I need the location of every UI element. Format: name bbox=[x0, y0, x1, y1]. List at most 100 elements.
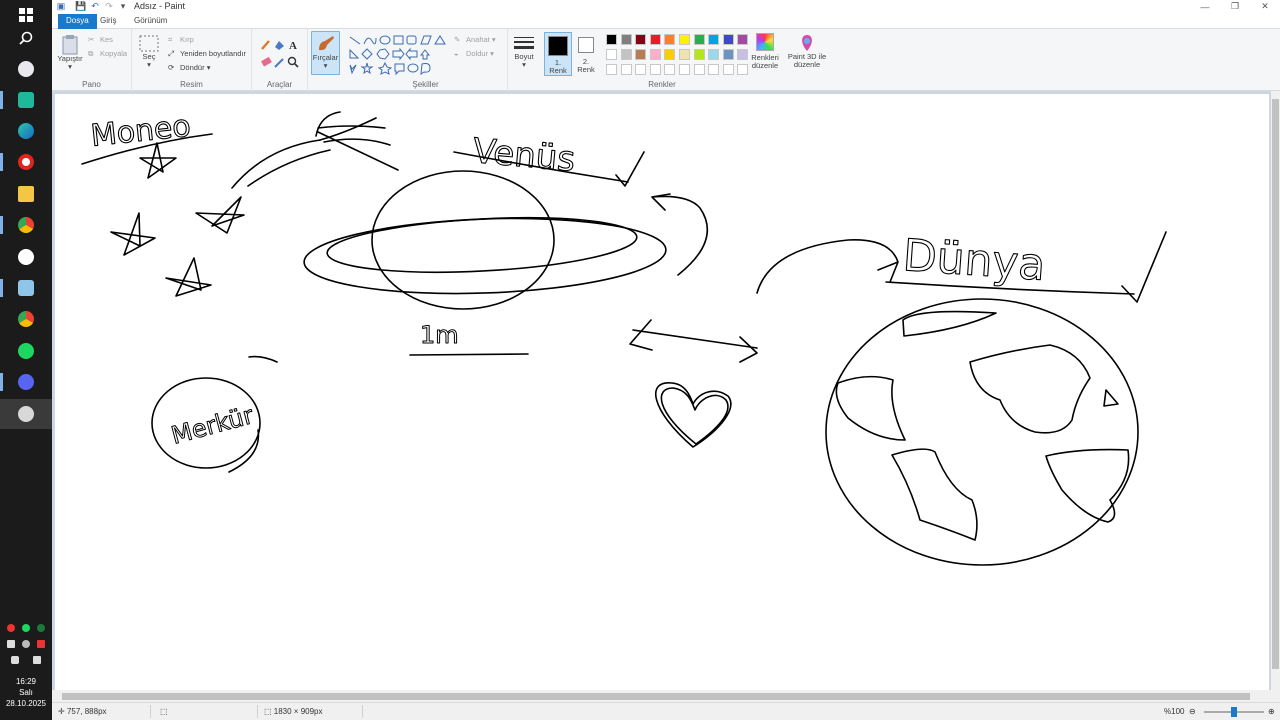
color-swatch[interactable] bbox=[649, 49, 661, 60]
color-swatch[interactable] bbox=[693, 49, 705, 60]
color-swatch[interactable] bbox=[664, 34, 676, 45]
down-arrow-shape-icon bbox=[349, 64, 357, 75]
restore-button[interactable]: ❐ bbox=[1220, 0, 1250, 13]
clock[interactable]: 16:29 Salı 28.10.2025 bbox=[0, 676, 52, 709]
color-swatch[interactable] bbox=[693, 34, 705, 45]
color-swatch[interactable] bbox=[722, 64, 734, 75]
taskbar-discord[interactable] bbox=[0, 367, 52, 397]
color-swatch[interactable] bbox=[649, 34, 661, 45]
fill-button[interactable]: ◒ Doldur ▾ bbox=[454, 49, 494, 58]
vertical-scrollbar[interactable] bbox=[1271, 91, 1280, 690]
color-swatch[interactable] bbox=[606, 49, 617, 60]
brushes-button[interactable]: Fırçalar ▾ bbox=[311, 31, 340, 75]
close-button[interactable]: ✕ bbox=[1250, 0, 1280, 13]
color-swatch[interactable] bbox=[708, 49, 720, 60]
display-icon[interactable] bbox=[33, 656, 41, 664]
color-swatch[interactable] bbox=[664, 49, 676, 60]
color-swatch[interactable] bbox=[722, 34, 734, 45]
edit-colors-label-2: düzenle bbox=[751, 61, 779, 70]
color-swatch[interactable] bbox=[679, 49, 690, 60]
paste-button[interactable]: Yapıştır ▾ bbox=[56, 35, 84, 71]
spotify-tray-icon[interactable] bbox=[21, 624, 30, 632]
taskbar-paint-app[interactable] bbox=[0, 54, 52, 84]
xbox-tray-icon[interactable] bbox=[36, 624, 45, 632]
save-quick-button[interactable]: 💾 bbox=[75, 1, 86, 11]
taskbar-steam[interactable] bbox=[0, 242, 52, 272]
color-swatch[interactable] bbox=[679, 34, 690, 45]
edit-colors-button[interactable]: Renkleri düzenle bbox=[746, 33, 784, 70]
shapes-gallery[interactable] bbox=[348, 34, 450, 76]
eraser-icon[interactable] bbox=[261, 56, 272, 67]
zoom-slider[interactable] bbox=[1204, 707, 1264, 717]
color-swatch[interactable] bbox=[606, 34, 617, 45]
zoom-in-button[interactable]: ⊕ bbox=[1268, 707, 1275, 716]
taskbar-notes-app[interactable] bbox=[0, 273, 52, 303]
taskbar-chrome[interactable] bbox=[0, 210, 52, 240]
copy-button[interactable]: ⧉ Kopyala bbox=[88, 49, 127, 58]
crop-button[interactable]: ⌗ Kırp bbox=[168, 35, 194, 44]
horizontal-scrollbar[interactable] bbox=[52, 690, 1280, 702]
chrome-profile-icon bbox=[18, 311, 34, 327]
palette-icon bbox=[18, 61, 34, 77]
horizontal-scroll-thumb[interactable] bbox=[62, 693, 1250, 700]
steam-icon bbox=[18, 249, 34, 265]
resize-button[interactable]: ⤢ Yeniden boyutlandır bbox=[168, 49, 246, 58]
color-swatch[interactable] bbox=[649, 64, 661, 75]
clock-time: 16:29 bbox=[15, 677, 37, 686]
earth-planet bbox=[825, 298, 1139, 566]
paint3d-button[interactable]: Paint 3D ile düzenle bbox=[786, 33, 828, 69]
color-swatch[interactable] bbox=[620, 64, 632, 75]
redo-quick-button[interactable]: ↷ bbox=[104, 1, 114, 11]
color-swatch[interactable] bbox=[708, 34, 720, 45]
fill-bucket-icon[interactable] bbox=[275, 41, 284, 50]
search-button[interactable] bbox=[0, 23, 52, 53]
vertical-scroll-thumb[interactable] bbox=[1272, 99, 1279, 669]
color-swatch[interactable] bbox=[693, 64, 705, 75]
taskbar-chrome-profile[interactable] bbox=[0, 304, 52, 334]
zoom-slider-thumb[interactable] bbox=[1231, 707, 1237, 717]
select-button[interactable]: Seç ▾ bbox=[138, 35, 160, 69]
color-swatch[interactable] bbox=[620, 34, 632, 45]
microphone-icon[interactable] bbox=[11, 656, 19, 664]
color-swatch[interactable] bbox=[635, 64, 647, 75]
color-swatch[interactable] bbox=[679, 64, 690, 75]
four-point-star-shape-icon bbox=[360, 62, 374, 75]
record-icon[interactable] bbox=[36, 640, 45, 648]
taskbar-paint-active[interactable] bbox=[0, 399, 52, 429]
pencil-icon[interactable] bbox=[261, 40, 270, 50]
quick-access-dropdown[interactable]: ▾ bbox=[118, 1, 128, 11]
size-button[interactable]: Boyut ▾ bbox=[511, 35, 537, 69]
taskbar-media-app[interactable] bbox=[0, 85, 52, 115]
drawing-canvas[interactable]: Moneo Venüs 1m Merkür Dünya bbox=[55, 94, 1269, 690]
taskbar-file-explorer[interactable] bbox=[0, 179, 52, 209]
color-swatch[interactable] bbox=[664, 64, 676, 75]
zoom-out-button[interactable]: ⊖ bbox=[1189, 707, 1196, 716]
color-swatch[interactable] bbox=[635, 34, 647, 45]
color-swatch[interactable] bbox=[635, 49, 647, 60]
color-swatch[interactable] bbox=[606, 64, 617, 75]
volume-icon[interactable] bbox=[21, 640, 30, 648]
color2-button[interactable]: 2. Renk bbox=[574, 32, 598, 76]
color-picker-icon[interactable] bbox=[274, 58, 284, 68]
discord-icon bbox=[18, 374, 34, 390]
taskbar-spotify[interactable] bbox=[0, 336, 52, 366]
undo-quick-button[interactable]: ↶ bbox=[90, 1, 100, 11]
color-swatch[interactable] bbox=[708, 64, 720, 75]
rotate-button[interactable]: ⟳ Döndür ▾ bbox=[168, 63, 210, 72]
network-icon[interactable] bbox=[7, 640, 16, 648]
tab-file[interactable]: Dosya bbox=[58, 14, 97, 29]
magnifier-icon[interactable] bbox=[287, 56, 299, 68]
taskbar-opera[interactable] bbox=[0, 147, 52, 177]
text-icon[interactable]: A bbox=[289, 40, 297, 52]
color-swatch[interactable] bbox=[620, 49, 632, 60]
tab-home[interactable]: Giriş bbox=[92, 14, 124, 29]
cut-button[interactable]: ✂ Kes bbox=[88, 35, 113, 44]
notification-icon[interactable] bbox=[7, 624, 16, 632]
color1-button[interactable]: 1. Renk bbox=[544, 32, 572, 76]
tab-view[interactable]: Görünüm bbox=[126, 14, 175, 29]
outline-button[interactable]: ✎ Anahat ▾ bbox=[454, 35, 496, 44]
minimize-button[interactable]: — bbox=[1190, 0, 1220, 13]
ribbon: Yapıştır ▾ ✂ Kes ⧉ Kopyala Pano Seç ▾ ⌗ Kır… bbox=[52, 29, 1280, 91]
taskbar-edge[interactable] bbox=[0, 116, 52, 146]
color-swatch[interactable] bbox=[722, 49, 734, 60]
